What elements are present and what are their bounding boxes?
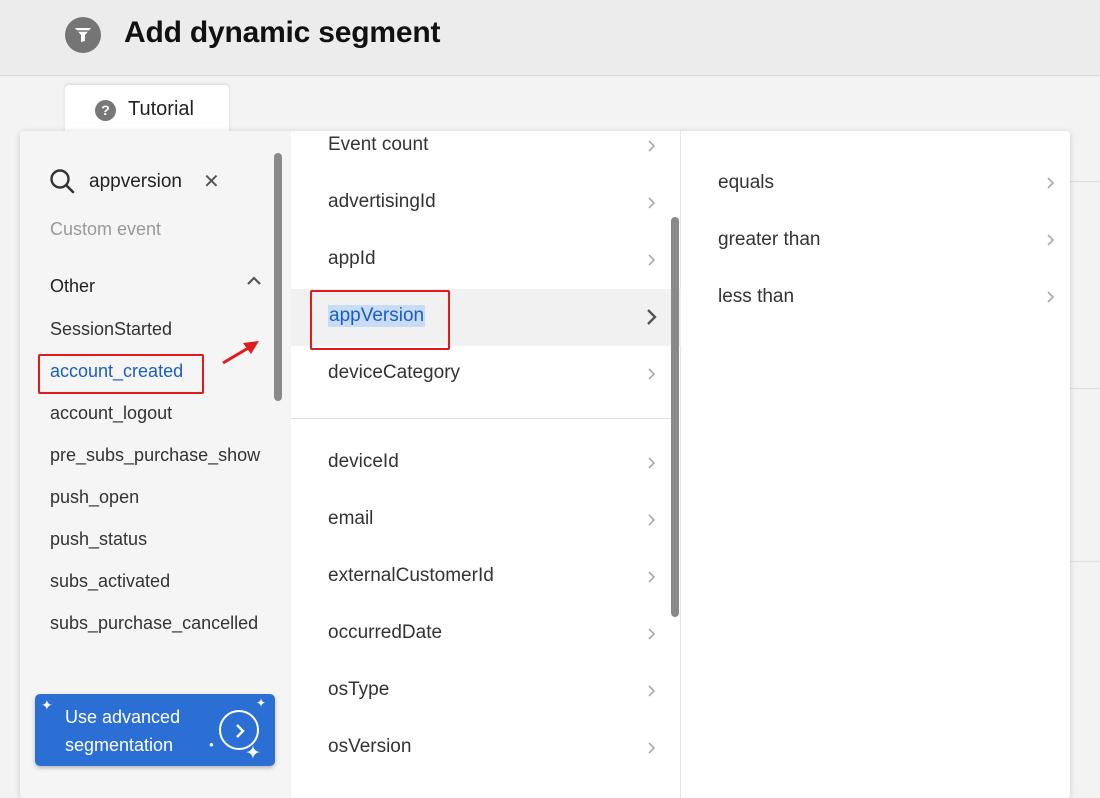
chevron-right-icon <box>648 457 656 469</box>
annotation-highlight-box <box>38 354 204 394</box>
search-input[interactable]: appversion <box>89 171 182 193</box>
search-icon <box>50 169 75 194</box>
question-icon: ? <box>95 100 116 121</box>
operator-column: equals greater than less than <box>681 131 1070 798</box>
chevron-right-icon <box>648 254 656 266</box>
attribute-list-scrollbar[interactable] <box>671 217 679 617</box>
operator-label: less than <box>718 286 795 307</box>
advanced-segmentation-button[interactable]: ✦ ✦ ✦ ● Use advanced segmentation <box>35 694 275 766</box>
attribute-item[interactable]: occurredDate <box>291 606 681 663</box>
sparkle-icon: ✦ <box>256 696 267 710</box>
close-icon[interactable]: ✕ <box>203 169 220 194</box>
chevron-up-icon[interactable] <box>244 271 264 291</box>
attribute-label: externalCustomerId <box>328 565 494 586</box>
segment-picker-panel: appversion ✕ Custom event Other SessionS… <box>20 131 1070 798</box>
page-title: Add dynamic segment <box>124 16 441 49</box>
chevron-right-icon <box>648 628 656 640</box>
background-divider <box>1070 388 1100 389</box>
chevron-right-icon <box>648 685 656 697</box>
operator-item[interactable]: greater than <box>681 188 1070 250</box>
attribute-item[interactable]: osType <box>291 663 681 720</box>
attribute-item[interactable]: externalCustomerId <box>291 549 681 606</box>
tutorial-label: Tutorial <box>128 98 194 120</box>
chevron-right-icon <box>648 197 656 209</box>
attribute-label: email <box>328 508 374 529</box>
attribute-column: Event count advertisingId appId appVersi… <box>291 131 681 798</box>
page-header: Add dynamic segment <box>0 0 1100 76</box>
tutorial-tab[interactable]: ? Tutorial <box>65 85 229 137</box>
advanced-segmentation-label: Use advanced segmentation <box>65 707 181 755</box>
list-item[interactable]: SessionStarted <box>50 319 265 339</box>
chevron-right-icon <box>648 514 656 526</box>
attribute-item[interactable]: email <box>291 492 681 549</box>
list-item[interactable]: account_logout <box>50 403 265 423</box>
attribute-label: advertisingId <box>328 191 436 212</box>
attribute-label: occurredDate <box>328 622 443 643</box>
group-title-other[interactable]: Other <box>50 276 95 297</box>
attribute-item[interactable]: advertisingId <box>291 175 681 232</box>
chevron-right-icon <box>647 309 657 325</box>
event-column: appversion ✕ Custom event Other SessionS… <box>20 131 291 798</box>
chevron-right-icon <box>1047 291 1055 303</box>
attribute-label: deviceCategory <box>328 362 461 383</box>
event-list-scrollbar[interactable] <box>274 153 282 401</box>
attribute-item[interactable]: osVersion <box>291 720 681 777</box>
sparkle-icon: ✦ <box>41 697 53 713</box>
chevron-right-icon <box>648 140 656 152</box>
attribute-label: appId <box>328 248 376 269</box>
attribute-label: Event count <box>328 134 429 155</box>
chevron-right-icon <box>648 742 656 754</box>
chevron-right-icon <box>648 368 656 380</box>
section-divider <box>291 418 671 419</box>
list-item[interactable]: subs_activated <box>50 571 265 591</box>
sparkle-icon: ● <box>209 740 214 749</box>
annotation-arrow-icon <box>222 341 259 365</box>
background-divider <box>1070 561 1100 562</box>
attribute-label: deviceId <box>328 451 399 472</box>
attribute-label: osType <box>328 679 390 700</box>
background-divider <box>1070 181 1100 182</box>
attribute-item[interactable]: appId <box>291 232 681 289</box>
attribute-label: osVersion <box>328 736 412 757</box>
filter-icon <box>65 17 101 53</box>
operator-item[interactable]: equals <box>681 131 1070 193</box>
attribute-item[interactable]: Event count <box>291 131 681 175</box>
operator-item[interactable]: less than <box>681 245 1070 307</box>
attribute-item[interactable]: deviceCategory <box>291 346 681 403</box>
annotation-highlight-box <box>310 290 450 350</box>
attribute-item[interactable]: deviceId <box>291 435 681 492</box>
chevron-right-icon <box>219 710 259 750</box>
list-item[interactable]: push_open <box>50 487 265 507</box>
custom-event-label[interactable]: Custom event <box>50 219 161 240</box>
list-item[interactable]: pre_subs_purchase_show <box>50 445 265 465</box>
list-item[interactable]: push_status <box>50 529 265 549</box>
list-item[interactable]: subs_purchase_cancelled <box>50 613 265 633</box>
chevron-right-icon <box>648 571 656 583</box>
